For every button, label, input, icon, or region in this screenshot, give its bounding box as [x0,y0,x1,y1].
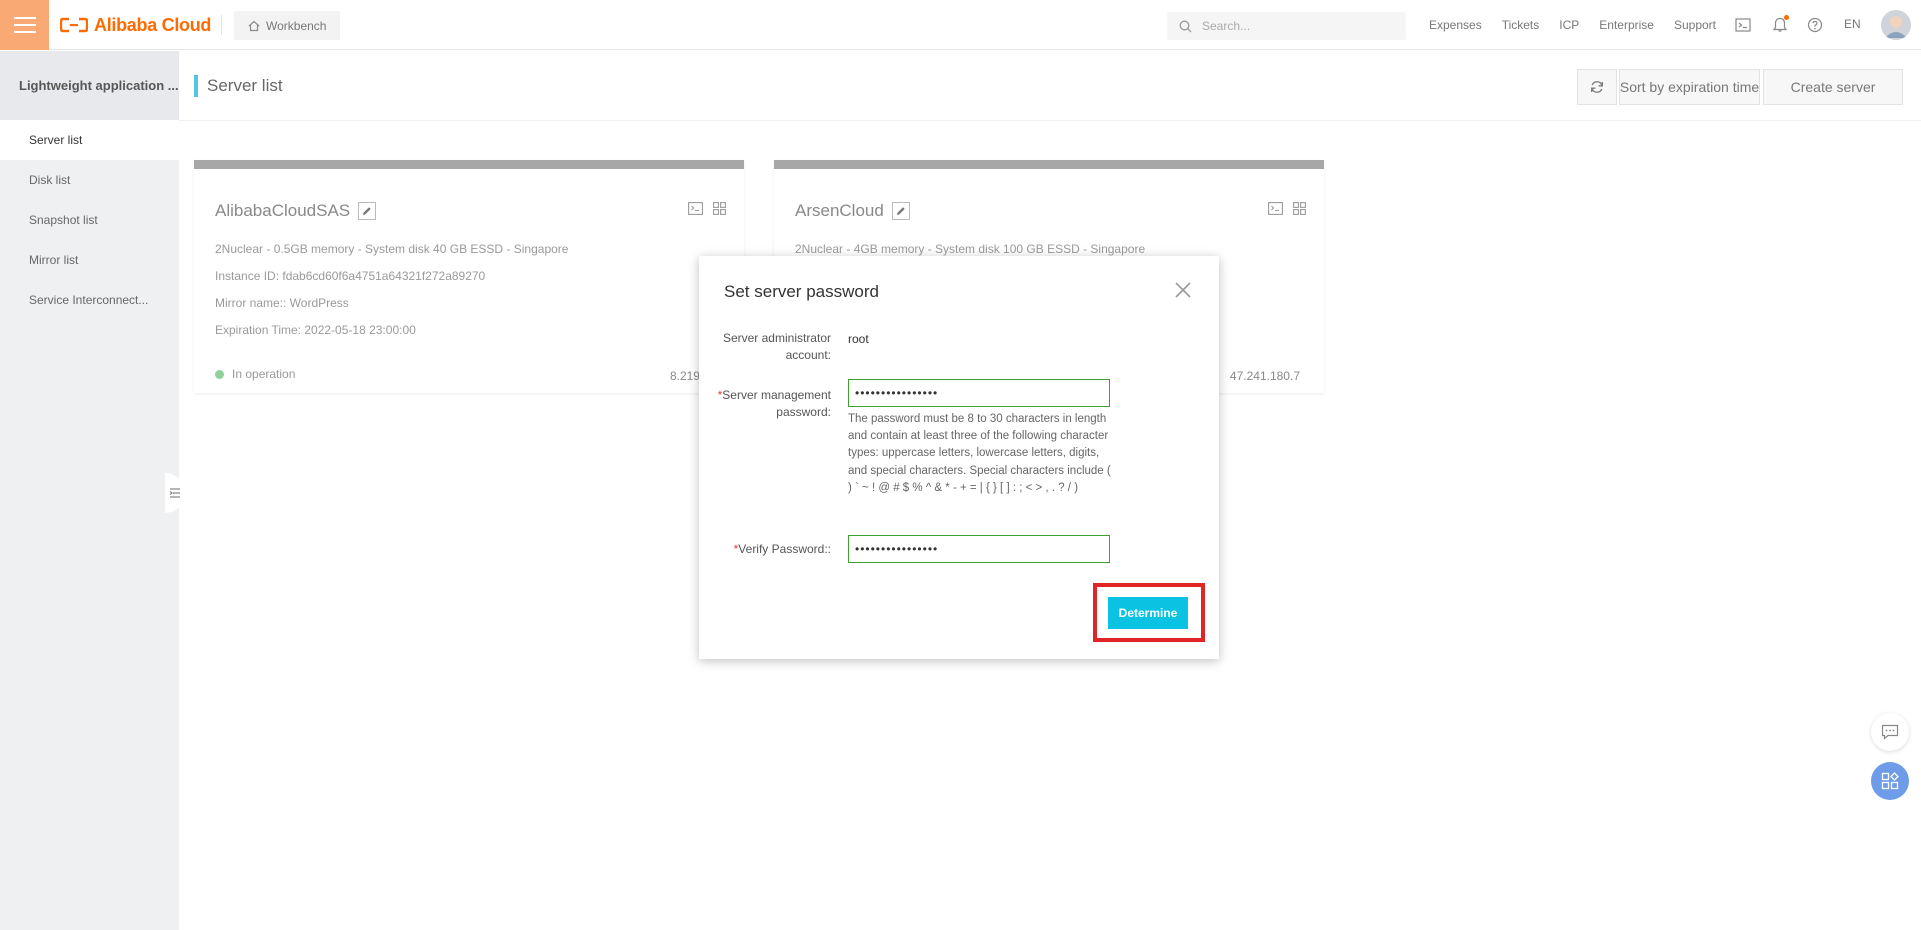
close-button[interactable] [1173,280,1193,300]
verify-password-input[interactable] [848,535,1110,563]
chat-icon [1881,724,1899,740]
verify-password-label-text: Verify Password:: [738,542,831,556]
password-label-text: Server management password: [722,388,831,419]
set-password-dialog: Set server password Server administrator… [699,256,1219,659]
feedback-button[interactable] [1871,713,1909,751]
admin-account-value: root [848,332,869,346]
password-label: *Server management password: [711,387,831,421]
app-center-button[interactable] [1871,762,1909,800]
close-icon [1175,282,1191,298]
dialog-title: Set server password [724,282,879,301]
password-hint: The password must be 8 to 30 characters … [848,413,1111,494]
determine-button[interactable]: Determine [1108,597,1188,629]
password-input[interactable] [848,379,1110,407]
apps-icon [1881,772,1899,790]
admin-account-label: Server administrator account: [722,331,831,362]
verify-password-label: *Verify Password:: [711,541,831,558]
